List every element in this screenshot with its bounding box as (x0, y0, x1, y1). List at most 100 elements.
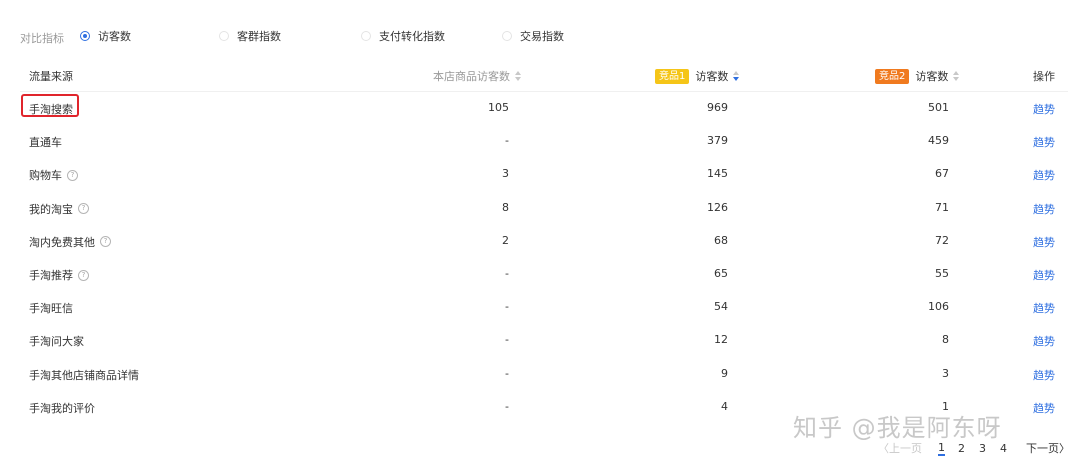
table-row: 我的淘宝? 8 126 71 趋势 (0, 192, 1080, 225)
trend-link[interactable]: 趋势 (1033, 234, 1055, 250)
competitor2-visitors-cell: 67 (935, 167, 949, 181)
trend-link[interactable]: 趋势 (1033, 300, 1055, 316)
trend-link[interactable]: 趋势 (1033, 267, 1055, 283)
competitor1-visitors-cell: 68 (714, 233, 728, 247)
page-1-button[interactable]: 1 (938, 441, 945, 456)
traffic-source-label: 手淘其他店铺商品详情 (29, 368, 139, 382)
competitor2-visitors-cell: 71 (935, 200, 949, 214)
traffic-source-label: 手淘我的评价 (29, 401, 95, 415)
competitor1-visitors-cell: 4 (721, 399, 728, 413)
trend-link[interactable]: 趋势 (1033, 333, 1055, 349)
competitor1-visitors-cell: 54 (714, 300, 728, 314)
traffic-source-cell: 我的淘宝? (29, 201, 89, 217)
pagination-page-4-wrap: 4 (1000, 440, 1007, 456)
sort-icon (515, 71, 521, 81)
header-label: 本店商品访客数 (433, 70, 510, 83)
radio-label: 访客数 (98, 30, 131, 43)
competitor2-visitors-cell: 3 (942, 366, 949, 380)
metric-selector-label: 对比指标 (20, 32, 64, 45)
competitor1-badge: 竞品1 (655, 68, 690, 84)
header-store-visitors[interactable]: 本店商品访客数 (433, 68, 521, 84)
traffic-source-cell: 购物车? (29, 167, 78, 183)
competitor2-visitors-cell: 501 (928, 101, 949, 114)
store-visitors-cell: 2 (502, 233, 509, 247)
help-icon[interactable]: ? (78, 269, 89, 281)
trend-link[interactable]: 趋势 (1033, 101, 1055, 117)
table-row: 淘内免费其他? 2 68 72 趋势 (0, 225, 1080, 258)
competitor2-visitors-cell: 55 (935, 267, 949, 280)
pagination-page-1-wrap: 1 (938, 440, 945, 456)
traffic-source-cell: 直通车 (29, 134, 62, 150)
store-visitors-cell: - (505, 366, 509, 380)
sort-icon (953, 71, 960, 81)
trend-link[interactable]: 趋势 (1033, 400, 1055, 416)
competitor1-visitors-cell: 9 (721, 366, 728, 380)
page-2-button[interactable]: 2 (958, 442, 965, 455)
traffic-source-cell: 手淘问大家 (29, 333, 84, 349)
competitor2-visitors-cell: 72 (935, 233, 949, 247)
competitor1-visitors-cell: 126 (707, 200, 728, 214)
traffic-source-label: 淘内免费其他 (29, 235, 95, 249)
highlight-box (21, 94, 79, 117)
traffic-source-label: 手淘推荐 (29, 269, 73, 282)
header-competitor1-visitors[interactable]: 竞品1 访客数 (655, 68, 740, 84)
table-row: 手淘其他店铺商品详情 - 9 3 趋势 (0, 358, 1080, 391)
traffic-source-cell: 手淘其他店铺商品详情 (29, 367, 139, 383)
radio-dot-icon (361, 31, 371, 41)
radio-label: 支付转化指数 (379, 30, 445, 43)
traffic-source-label: 手淘问大家 (29, 335, 84, 349)
competitor1-visitors-cell: 12 (714, 333, 728, 347)
header-action: 操作 (1033, 70, 1055, 83)
trend-link[interactable]: 趋势 (1033, 167, 1055, 183)
radio-visitors[interactable]: 访客数 (80, 28, 131, 44)
table-row: 手淘搜索 105 969 501 趋势 (0, 92, 1080, 125)
traffic-source-cell: 手淘推荐? (29, 267, 89, 283)
next-page-button[interactable]: 下一页〉 (1026, 440, 1070, 456)
radio-customer-index[interactable]: 客群指数 (219, 28, 281, 44)
store-visitors-cell: 105 (488, 101, 509, 114)
competitor1-visitors-cell: 969 (707, 101, 728, 114)
competitor2-badge: 竞品2 (875, 68, 910, 84)
competitor2-visitors-cell: 459 (928, 134, 949, 148)
table-row: 手淘旺信 - 54 106 趋势 (0, 291, 1080, 324)
help-icon[interactable]: ? (67, 169, 78, 181)
radio-payment-conversion-index[interactable]: 支付转化指数 (361, 28, 445, 44)
table-row: 手淘推荐? - 65 55 趋势 (0, 258, 1080, 291)
header-label: 访客数 (695, 70, 729, 83)
radio-dot-icon (219, 31, 229, 41)
table-row: 购物车? 3 145 67 趋势 (0, 158, 1080, 191)
traffic-source-cell: 手淘我的评价 (29, 400, 95, 416)
traffic-source-label: 直通车 (29, 136, 62, 150)
store-visitors-cell: 8 (502, 200, 509, 214)
radio-dot-icon (502, 31, 512, 41)
competitor2-visitors-cell: 106 (928, 300, 949, 314)
store-visitors-cell: - (505, 333, 509, 347)
page-4-button[interactable]: 4 (1000, 442, 1007, 455)
trend-link[interactable]: 趋势 (1033, 367, 1055, 383)
pagination-prev: 〈上一页 (878, 440, 922, 456)
traffic-source-label: 购物车 (29, 169, 62, 183)
store-visitors-cell: - (505, 300, 509, 314)
store-visitors-cell: 3 (502, 167, 509, 181)
competitor1-visitors-cell: 379 (707, 134, 728, 148)
radio-dot-icon (80, 31, 90, 41)
help-icon[interactable]: ? (78, 203, 89, 215)
radio-transaction-index[interactable]: 交易指数 (502, 28, 564, 44)
metric-selector: 对比指标 访客数 客群指数 支付转化指数 交易指数 (0, 25, 1080, 47)
prev-page-button[interactable]: 〈上一页 (878, 440, 922, 456)
store-visitors-cell: - (505, 134, 509, 148)
traffic-source-label: 我的淘宝 (29, 202, 73, 216)
watermark: 知乎 @我是阿东呀 (793, 414, 1002, 442)
page-3-button[interactable]: 3 (979, 442, 986, 455)
competitor1-visitors-cell: 145 (707, 167, 728, 181)
trend-link[interactable]: 趋势 (1033, 134, 1055, 150)
traffic-source-cell: 手淘旺信 (29, 300, 73, 316)
help-icon[interactable]: ? (100, 236, 111, 248)
trend-link[interactable]: 趋势 (1033, 201, 1055, 217)
pagination-page-2-wrap: 2 (958, 440, 965, 456)
table-row: 直通车 - 379 459 趋势 (0, 125, 1080, 158)
traffic-source-cell: 淘内免费其他? (29, 234, 111, 250)
header-competitor2-visitors[interactable]: 竞品2 访客数 (875, 68, 960, 84)
table-row: 手淘问大家 - 12 8 趋势 (0, 324, 1080, 357)
radio-label: 交易指数 (520, 30, 564, 43)
